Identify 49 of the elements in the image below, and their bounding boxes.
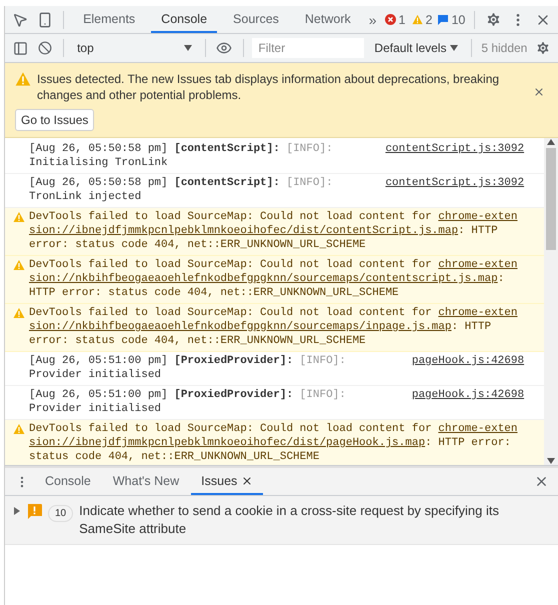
log-message: Provider initialised: [29, 369, 162, 381]
more-tabs[interactable]: »: [366, 12, 379, 28]
panel-tab[interactable]: Elements: [73, 6, 146, 33]
go-to-issues-button[interactable]: Go to Issues: [15, 109, 94, 131]
source-map-link[interactable]: sion://nkbihfbeogaeaoehlefnkodbefgpgknn/sourcemaps/inpage.js.map: [29, 321, 452, 333]
warning-message: DevTools failed to load SourceMap: Could not load content for chrome-exten sion://nkbihfbeogaeaoehlefnkodbefgpgknn/sourcemaps/inpage.js.map: HTTP error: status code 404, net::ERR_UNKNOWN_URL_SCHEME: [29, 306, 518, 348]
issue-title[interactable]: Indicate whether to send a cookie in a cross-site request by specifying its SameSite attribute: [79, 502, 550, 538]
context-select[interactable]: top: [73, 41, 196, 55]
drawer-tab[interactable]: Console: [35, 468, 101, 495]
timestamp: [Aug 26, 05:50:58 pm]: [29, 143, 168, 155]
source-map-link[interactable]: chrome-exten: [438, 259, 518, 271]
filter-field[interactable]: Filter: [252, 38, 364, 58]
warning-message: DevTools failed to load SourceMap: Could not load content for chrome-exten sion://nkbihfbeogaeaoehlefnkodbefgpgknn/sourcemaps/contentscript.js.map: HTTP error: status code 404, net::ERR_UNKNOWN_URL_SCHEME: [29, 258, 518, 300]
log-message: TronLink injected: [29, 191, 142, 203]
source-map-link[interactable]: chrome-exten: [438, 307, 518, 319]
log-tag: [contentScript]:: [174, 177, 280, 189]
drawer-tab[interactable]: What's New: [102, 468, 190, 495]
warning-count[interactable]: 2: [426, 12, 432, 26]
source-link[interactable]: pageHook.js:42698: [412, 388, 524, 402]
log-tag: [ProxiedProvider]:: [174, 389, 294, 401]
issue-count: 10: [48, 505, 74, 522]
source-link[interactable]: pageHook.js:42698: [412, 354, 524, 368]
banner-text: Issues detected. The new Issues tab displays information about deprecations, breaking changes and other potential problems.: [37, 71, 500, 103]
log-level: [INFO]:: [300, 389, 346, 401]
error-count[interactable]: 1: [398, 12, 406, 26]
log-message: Initialising TronLink: [29, 157, 168, 169]
levels-dropdown[interactable]: Default levels: [370, 41, 462, 55]
source-link[interactable]: contentScript.js:3092: [385, 176, 524, 190]
message-count[interactable]: 10: [451, 12, 466, 26]
log-level: [INFO]:: [286, 177, 333, 189]
log-message: Provider initialised: [29, 403, 162, 415]
source-map-link[interactable]: chrome-exten: [438, 211, 518, 223]
source-link[interactable]: contentScript.js:3092: [385, 142, 524, 156]
log-tag: [ProxiedProvider]:: [174, 355, 294, 367]
timestamp: [Aug 26, 05:51:00 pm]: [29, 389, 168, 401]
source-map-link[interactable]: sion://nkbihfbeogaeaoehlefnkodbefgpgknn/sourcemaps/contentscript.js.map: [29, 273, 498, 285]
panel-tab[interactable]: Network: [294, 6, 361, 33]
log-level: [INFO]:: [300, 355, 346, 367]
hidden-count: 5 hidden: [481, 41, 528, 55]
warning-message: DevTools failed to load SourceMap: Could not load content for chrome-exten sion://ibnejdfjmmkpcnlpebklmnkoeoihofec/dist/contentScript.js.map: HTTP error: status code 404, net::ERR_UNKNOWN_URL_SCHEME: [29, 210, 518, 252]
source-map-link[interactable]: sion://ibnejdfjmmkpcnlpebklmnkoeoihofec/dist/contentScript.js.map: [29, 225, 458, 237]
timestamp: [Aug 26, 05:50:58 pm]: [29, 177, 168, 189]
log-level: [INFO]:: [286, 143, 333, 155]
source-map-link[interactable]: chrome-exten: [438, 423, 518, 435]
timestamp: [Aug 26, 05:51:00 pm]: [29, 355, 168, 367]
log-tag: [contentScript]:: [174, 143, 280, 155]
warning-message: DevTools failed to load SourceMap: Could not load content for chrome-exten sion://ibnejdfjmmkpcnlpebklmnkoeoihofec/dist/pageHook.js.map: HTTP error: status code 404, net::ERR_UNKNOWN_URL_SCHEME: [29, 422, 518, 464]
source-map-link[interactable]: sion://ibnejdfjmmkpcnlpebklmnkoeoihofec/dist/pageHook.js.map: [29, 437, 426, 449]
panel-tab[interactable]: Sources: [223, 6, 289, 33]
